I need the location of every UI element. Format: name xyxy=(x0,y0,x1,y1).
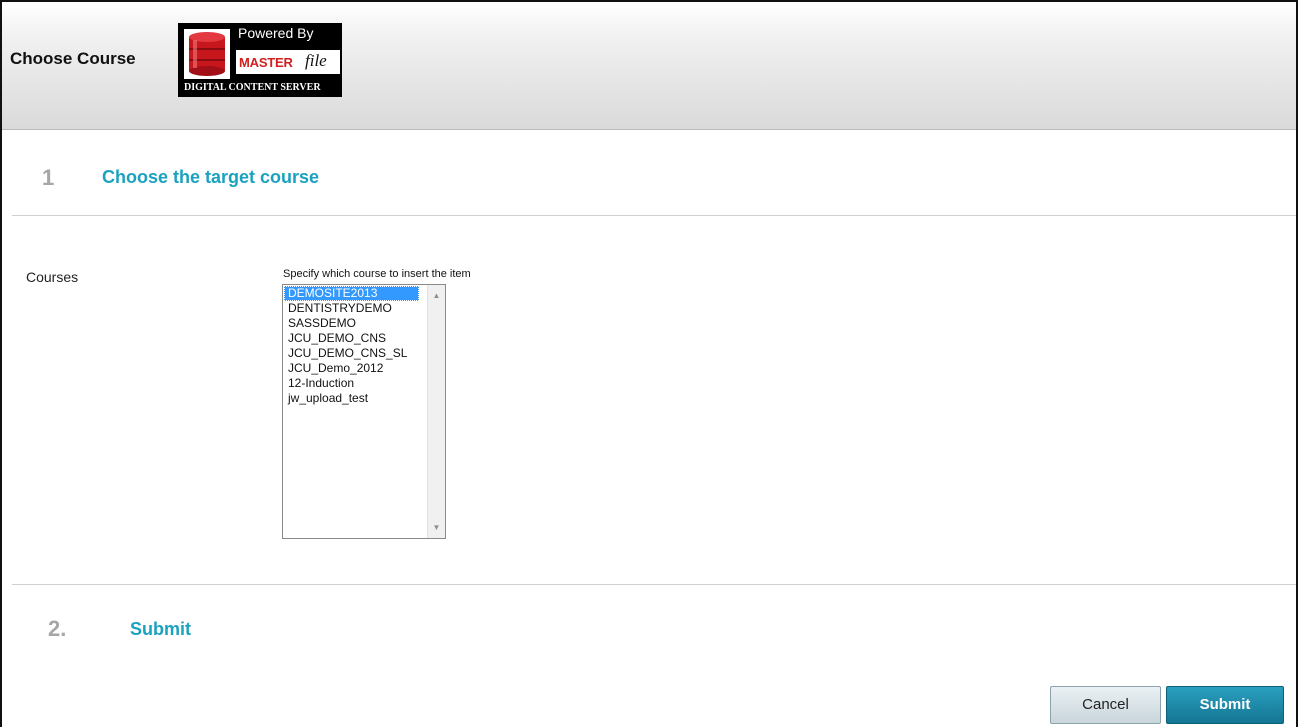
list-item[interactable]: JCU_Demo_2012 xyxy=(284,361,428,376)
brand-wordmark: MASTER file xyxy=(236,50,340,74)
courses-label: Courses xyxy=(26,269,79,285)
cancel-button[interactable]: Cancel xyxy=(1050,686,1161,724)
listbox-scrollbar[interactable]: ▲ ▼ xyxy=(427,285,445,538)
divider xyxy=(12,215,1296,216)
courses-listbox[interactable]: DEMOSITE2013 DENTISTRYDEMO SASSDEMO JCU_DEM… xyxy=(282,284,446,539)
list-item[interactable]: JCU_DEMO_CNS xyxy=(284,331,428,346)
brand-file: file xyxy=(305,51,327,70)
list-item[interactable]: JCU_DEMO_CNS_SL xyxy=(284,346,428,361)
divider xyxy=(12,584,1296,585)
page-frame: Choose Course Powered By MASTER file DIG… xyxy=(0,0,1298,727)
page-title: Choose Course xyxy=(10,49,136,68)
list-item[interactable]: jw_upload_test xyxy=(284,391,428,406)
powered-by-text: Powered By xyxy=(238,25,314,41)
list-item[interactable]: DEMOSITE2013 xyxy=(284,286,419,301)
step-1-title: Choose the target course xyxy=(102,167,320,187)
masterfile-logo: Powered By MASTER file DIGITAL CONTENT S… xyxy=(178,23,342,97)
submit-button[interactable]: Submit xyxy=(1166,686,1284,724)
step-2-number: 2. xyxy=(48,616,67,641)
header-bar: Choose Course Powered By MASTER file DIG… xyxy=(2,2,1296,130)
courses-hint: Specify which course to insert the item xyxy=(283,268,471,280)
list-item[interactable]: 12-Induction xyxy=(284,376,428,391)
brand-master: MASTER xyxy=(239,55,293,70)
scroll-up-icon[interactable]: ▲ xyxy=(428,287,445,304)
courses-list: DEMOSITE2013 DENTISTRYDEMO SASSDEMO JCU_DEM… xyxy=(284,286,428,406)
list-item[interactable]: DENTISTRYDEMO xyxy=(284,301,428,316)
scroll-down-icon[interactable]: ▼ xyxy=(428,519,445,536)
database-icon xyxy=(184,29,230,79)
brand-tagline: DIGITAL CONTENT SERVER xyxy=(184,82,321,93)
list-item[interactable]: SASSDEMO xyxy=(284,316,428,331)
step-1-number: 1 xyxy=(42,165,55,190)
step-2-title: Submit xyxy=(130,619,191,639)
